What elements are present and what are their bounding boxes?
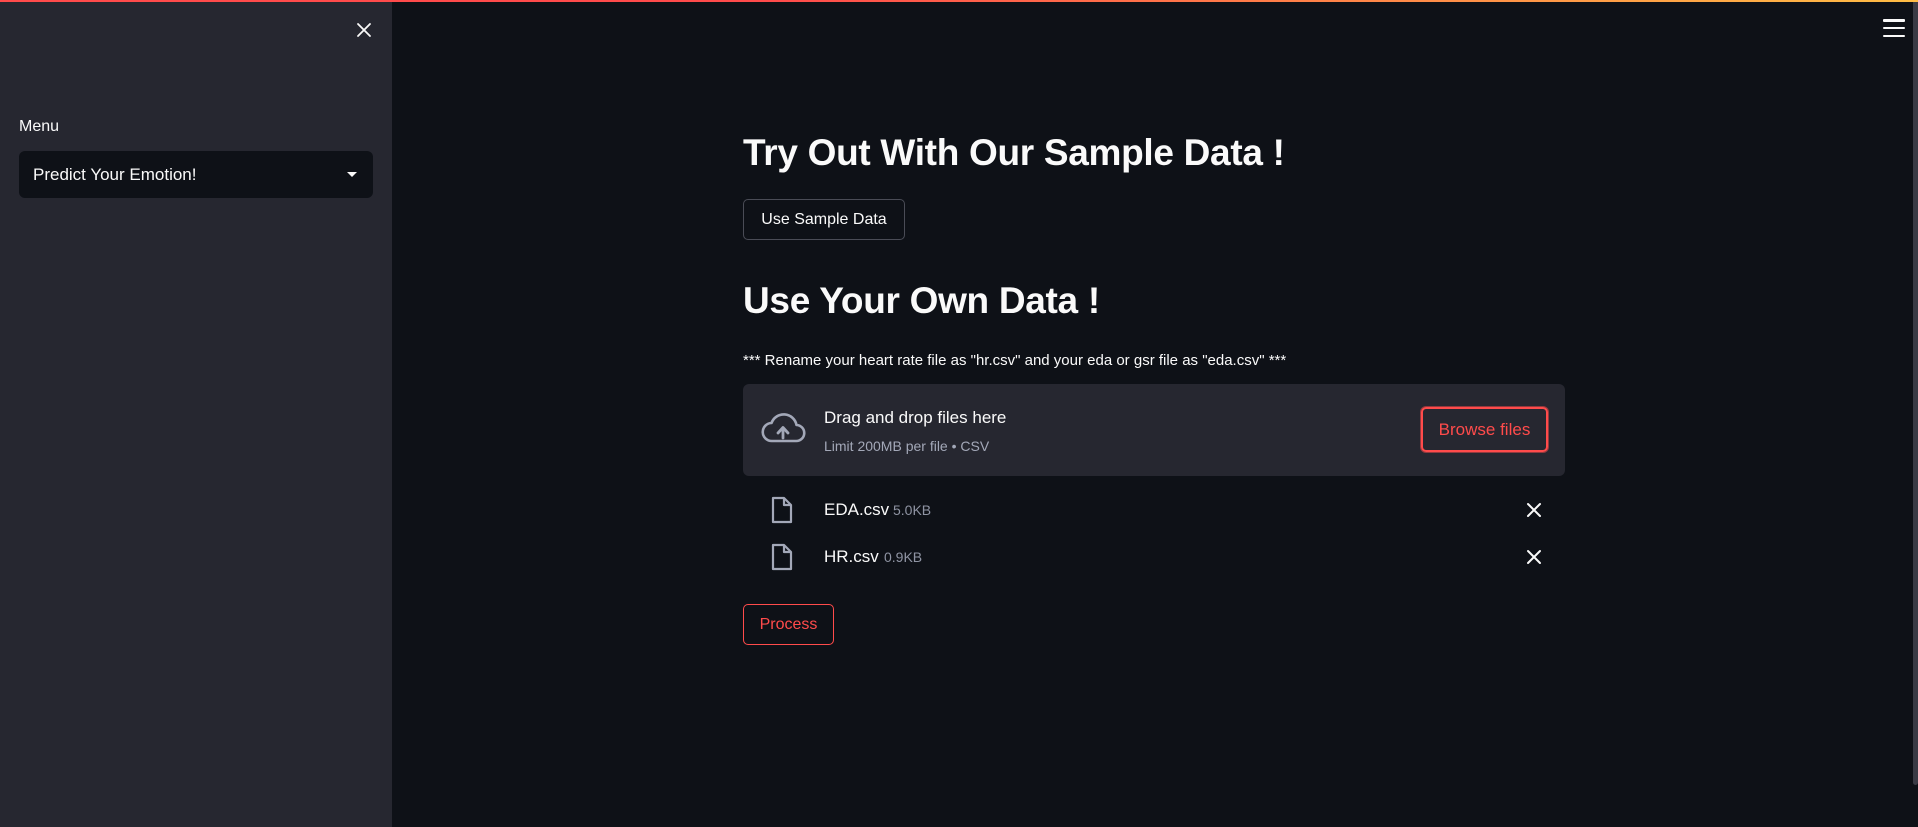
- file-name: HR.csv: [824, 547, 879, 566]
- top-decoration-bar: [0, 0, 1918, 2]
- menu-select[interactable]: Predict Your Emotion!: [19, 151, 373, 198]
- file-size: 0.9KB: [884, 549, 923, 565]
- remove-file-icon[interactable]: [1524, 547, 1544, 567]
- close-icon: [357, 23, 371, 37]
- file-icon: [771, 496, 793, 524]
- sidebar: Menu Predict Your Emotion!: [0, 0, 392, 827]
- remove-file-icon[interactable]: [1524, 500, 1544, 520]
- rename-note: *** Rename your heart rate file as "hr.c…: [743, 352, 1287, 369]
- hamburger-icon-line: [1883, 26, 1905, 30]
- file-icon: [771, 543, 793, 571]
- dropzone-title: Drag and drop files here: [824, 408, 1007, 427]
- menu-select-value: Predict Your Emotion!: [33, 164, 197, 184]
- own-data-heading: Use Your Own Data !: [743, 280, 1100, 321]
- file-size: 5.0KB: [893, 502, 932, 518]
- app: Menu Predict Your Emotion! Try Out With …: [0, 0, 1918, 827]
- scrollbar[interactable]: [1913, 0, 1918, 785]
- sample-data-heading: Try Out With Our Sample Data !: [743, 132, 1285, 173]
- uploaded-file-row: EDA.csv 5.0KB: [743, 490, 1565, 530]
- uploaded-file-row: HR.csv 0.9KB: [743, 537, 1565, 577]
- file-dropzone[interactable]: Drag and drop files here Limit 200MB per…: [743, 384, 1565, 476]
- menu-label: Menu: [19, 118, 60, 135]
- file-name: EDA.csv: [824, 500, 890, 519]
- browse-files-button[interactable]: Browse files: [1421, 407, 1548, 452]
- use-sample-data-button[interactable]: Use Sample Data: [743, 199, 905, 240]
- cloud-upload-icon: [761, 413, 806, 443]
- process-button[interactable]: Process: [743, 604, 834, 645]
- close-sidebar-button[interactable]: [350, 16, 378, 44]
- hamburger-icon-line: [1883, 34, 1905, 37]
- dropzone-limit: Limit 200MB per file • CSV: [824, 438, 990, 454]
- hamburger-icon-line: [1883, 19, 1905, 22]
- chevron-down-icon: [347, 172, 357, 177]
- main-menu-button[interactable]: [1883, 19, 1905, 37]
